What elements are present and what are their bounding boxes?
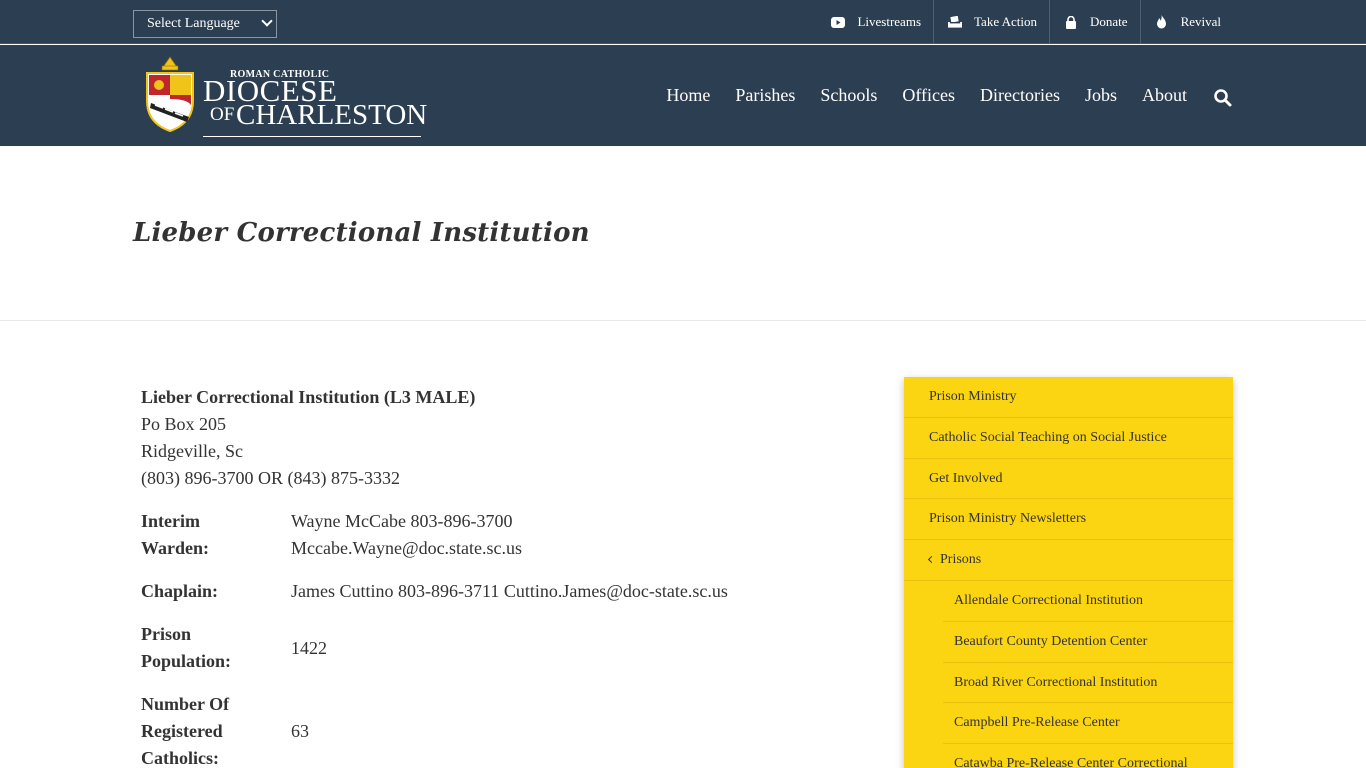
facility-address-line2: Ridgeville, Sc — [141, 441, 243, 461]
sidebar-subitem-campbell[interactable]: Campbell Pre-Release Center — [943, 703, 1233, 745]
donate-label: Donate — [1090, 14, 1128, 29]
donate-link[interactable]: Donate — [1049, 0, 1140, 44]
sidebar-item-get-involved[interactable]: Get Involved — [904, 459, 1233, 500]
sidebar-item-prisons[interactable]: Prisons — [904, 540, 1233, 581]
chaplain-value: James Cuttino 803-896-3711 Cuttino.James… — [291, 581, 728, 601]
flame-icon — [1155, 15, 1169, 29]
top-bar: Select Language Livestreams Take Action … — [0, 0, 1366, 44]
facility-info-table: Interim Warden: Wayne McCabe 803-896-370… — [141, 508, 841, 768]
chevron-left-icon — [927, 556, 936, 564]
sidebar-item-prison-ministry[interactable]: Prison Ministry — [904, 377, 1233, 418]
sidebar-subitem-allendale[interactable]: Allendale Correctional Institution — [943, 581, 1233, 622]
page-title: Lieber Correctional Institution — [133, 218, 590, 248]
livestreams-link[interactable]: Livestreams — [817, 0, 933, 44]
sidebar-subitem-broad-river[interactable]: Broad River Correctional Institution — [943, 663, 1233, 704]
logo-line-charleston: CHARLESTON — [236, 99, 428, 131]
facility-address-line1: Po Box 205 — [141, 414, 227, 434]
nav-parishes[interactable]: Parishes — [735, 85, 795, 106]
facility-phone: (803) 896-3700 OR (843) 875-3332 — [141, 468, 400, 488]
language-select-label: Select Language — [147, 16, 240, 31]
facility-name: Lieber Correctional Institution (L3 MALE… — [141, 387, 476, 407]
chaplain-label: Chaplain: — [141, 581, 219, 601]
table-row: Prison Population: 1422 — [141, 621, 841, 675]
population-label-line2: Population: — [141, 651, 232, 671]
take-action-link[interactable]: Take Action — [933, 0, 1049, 44]
facility-details: Lieber Correctional Institution (L3 MALE… — [141, 384, 841, 768]
table-row: Number Of Registered Catholics: 63 — [141, 691, 841, 768]
search-icon[interactable] — [1213, 88, 1233, 108]
sidebar-item-social-teaching[interactable]: Catholic Social Teaching on Social Justi… — [904, 418, 1233, 459]
primary-nav: Home Parishes Schools Offices Directorie… — [641, 45, 1233, 146]
table-row: Chaplain: James Cuttino 803-896-3711 Cut… — [141, 578, 841, 605]
sidebar-subitem-catawba[interactable]: Catawba Pre-Release Center Correctional — [943, 744, 1233, 768]
page-title-band: Lieber Correctional Institution — [0, 146, 1366, 321]
language-select[interactable]: Select Language — [133, 10, 277, 38]
logo-line-of: OF — [210, 104, 235, 125]
catholics-label-line3: Catholics: — [141, 748, 219, 768]
utility-links: Livestreams Take Action Donate Revival — [817, 0, 1233, 44]
nav-jobs[interactable]: Jobs — [1085, 85, 1117, 106]
livestreams-label: Livestreams — [857, 14, 922, 29]
population-label: Prison Population: — [141, 621, 291, 675]
catholics-value: 63 — [291, 721, 309, 741]
main-navigation: ROMAN CATHOLIC DIOCESE OF CHARLESTON Hom… — [0, 45, 1366, 146]
catholics-label: Number Of Registered Catholics: — [141, 691, 291, 768]
nav-schools[interactable]: Schools — [820, 85, 877, 106]
section-sidebar-menu: Prison Ministry Catholic Social Teaching… — [904, 377, 1233, 768]
sidebar-subitem-beaufort[interactable]: Beaufort County Detention Center — [943, 622, 1233, 663]
warden-label: Interim Warden: — [141, 508, 291, 562]
youtube-icon — [831, 15, 846, 29]
chevron-down-icon — [261, 15, 273, 27]
table-row: Interim Warden: Wayne McCabe 803-896-370… — [141, 508, 841, 562]
nav-directories[interactable]: Directories — [980, 85, 1060, 106]
warden-name-phone: Wayne McCabe 803-896-3700 — [291, 511, 513, 531]
take-action-label: Take Action — [974, 14, 1038, 29]
warden-value: Wayne McCabe 803-896-3700 Mccabe.Wayne@d… — [291, 508, 522, 562]
logo-underline — [203, 136, 421, 137]
population-label-line1: Prison — [141, 624, 192, 644]
warden-email: Mccabe.Wayne@doc.state.sc.us — [291, 538, 523, 558]
nav-about[interactable]: About — [1142, 85, 1187, 106]
nav-home[interactable]: Home — [666, 85, 710, 106]
revival-label: Revival — [1180, 14, 1221, 29]
warden-label-line2: Warden: — [141, 538, 210, 558]
population-value: 1422 — [291, 637, 327, 658]
nav-offices[interactable]: Offices — [902, 85, 955, 106]
ballot-box-icon — [948, 15, 963, 29]
catholics-label-line1: Number Of — [141, 694, 230, 714]
sidebar-item-newsletters[interactable]: Prison Ministry Newsletters — [904, 499, 1233, 541]
catholics-label-line2: Registered — [141, 721, 223, 741]
revival-link[interactable]: Revival — [1139, 0, 1233, 44]
sidebar-item-prisons-label: Prisons — [940, 552, 982, 568]
warden-label-line1: Interim — [141, 511, 200, 531]
lock-icon — [1064, 15, 1078, 29]
diocese-logo[interactable]: ROMAN CATHOLIC DIOCESE OF CHARLESTON — [143, 55, 427, 137]
